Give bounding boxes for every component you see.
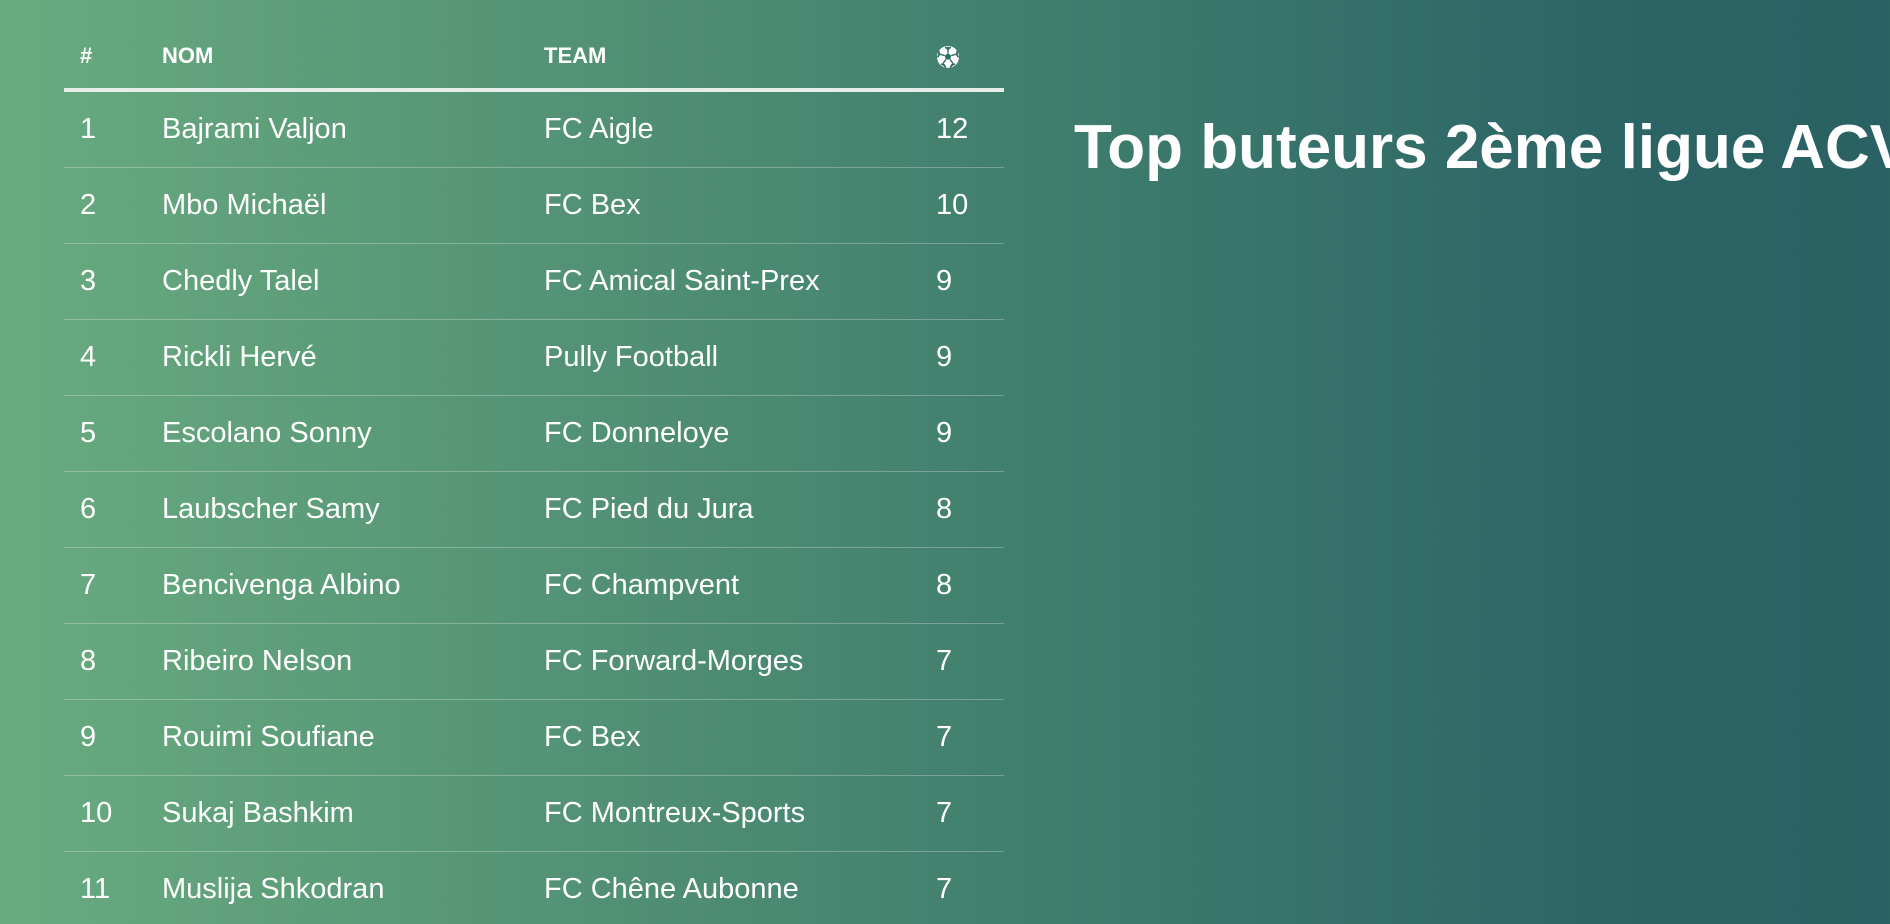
goals-cell: 10 bbox=[920, 167, 1004, 244]
player-name-cell: Muslija Shkodran bbox=[146, 851, 528, 924]
goals-cell: 9 bbox=[920, 395, 1004, 472]
goals-cell: 7 bbox=[920, 699, 1004, 776]
rank-cell: 9 bbox=[64, 699, 146, 776]
team-cell: Pully Football bbox=[528, 319, 920, 396]
goals-cell: 8 bbox=[920, 471, 1004, 548]
team-cell: FC Aigle bbox=[528, 90, 920, 168]
table-row: 6 Laubscher Samy FC Pied du Jura 8 bbox=[64, 471, 1004, 548]
rank-cell: 8 bbox=[64, 623, 146, 700]
table-body: 1 Bajrami Valjon FC Aigle 12 2 Mbo Michaël FC … bbox=[64, 90, 1004, 924]
player-name-cell: Bencivenga Albino bbox=[146, 547, 528, 624]
header-team: TEAM bbox=[528, 28, 920, 92]
goals-cell: 12 bbox=[920, 90, 1004, 168]
team-cell: FC Montreux-Sports bbox=[528, 775, 920, 852]
rank-cell: 11 bbox=[64, 851, 146, 924]
rank-cell: 5 bbox=[64, 395, 146, 472]
rank-cell: 3 bbox=[64, 243, 146, 320]
team-cell: FC Donneloye bbox=[528, 395, 920, 472]
table-row: 11 Muslija Shkodran FC Chêne Aubonne 7 bbox=[64, 851, 1004, 924]
team-cell: FC Bex bbox=[528, 167, 920, 244]
goals-cell: 8 bbox=[920, 547, 1004, 624]
rank-cell: 1 bbox=[64, 90, 146, 168]
scorers-table: # NOM TEAM 1 Bajrami Valjon FC Aigle 12 2 Mbo… bbox=[64, 28, 1004, 924]
scorers-table-container: # NOM TEAM 1 Bajrami Valjon FC Aigle 12 2 Mbo… bbox=[64, 28, 1004, 924]
table-row: 1 Bajrami Valjon FC Aigle 12 bbox=[64, 90, 1004, 168]
table-row: 3 Chedly Talel FC Amical Saint-Prex 9 bbox=[64, 243, 1004, 320]
player-name-cell: Ribeiro Nelson bbox=[146, 623, 528, 700]
header-name: NOM bbox=[146, 28, 528, 92]
goals-cell: 7 bbox=[920, 623, 1004, 700]
player-name-cell: Chedly Talel bbox=[146, 243, 528, 320]
table-row: 9 Rouimi Soufiane FC Bex 7 bbox=[64, 699, 1004, 776]
page-title: Top buteurs 2ème ligue ACVF bbox=[1074, 113, 1890, 182]
player-name-cell: Bajrami Valjon bbox=[146, 90, 528, 168]
table-row: 4 Rickli Hervé Pully Football 9 bbox=[64, 319, 1004, 396]
table-row: 5 Escolano Sonny FC Donneloye 9 bbox=[64, 395, 1004, 472]
rank-cell: 7 bbox=[64, 547, 146, 624]
header-goals bbox=[920, 28, 1004, 92]
team-cell: FC Pied du Jura bbox=[528, 471, 920, 548]
player-name-cell: Rickli Hervé bbox=[146, 319, 528, 396]
table-row: 2 Mbo Michaël FC Bex 10 bbox=[64, 167, 1004, 244]
player-name-cell: Sukaj Bashkim bbox=[146, 775, 528, 852]
table-row: 10 Sukaj Bashkim FC Montreux-Sports 7 bbox=[64, 775, 1004, 852]
player-name-cell: Mbo Michaël bbox=[146, 167, 528, 244]
goals-cell: 9 bbox=[920, 243, 1004, 320]
rank-cell: 6 bbox=[64, 471, 146, 548]
player-name-cell: Escolano Sonny bbox=[146, 395, 528, 472]
goals-cell: 9 bbox=[920, 319, 1004, 396]
header-rank: # bbox=[64, 28, 146, 92]
rank-cell: 2 bbox=[64, 167, 146, 244]
team-cell: FC Champvent bbox=[528, 547, 920, 624]
header-row: # NOM TEAM bbox=[64, 28, 1004, 92]
table-row: 7 Bencivenga Albino FC Champvent 8 bbox=[64, 547, 1004, 624]
goals-cell: 7 bbox=[920, 775, 1004, 852]
team-cell: FC Bex bbox=[528, 699, 920, 776]
team-cell: FC Chêne Aubonne bbox=[528, 851, 920, 924]
player-name-cell: Rouimi Soufiane bbox=[146, 699, 528, 776]
team-cell: FC Amical Saint-Prex bbox=[528, 243, 920, 320]
goals-cell: 7 bbox=[920, 851, 1004, 924]
table-header: # NOM TEAM bbox=[64, 28, 1004, 92]
soccer-ball-icon bbox=[936, 46, 960, 69]
player-name-cell: Laubscher Samy bbox=[146, 471, 528, 548]
table-row: 8 Ribeiro Nelson FC Forward-Morges 7 bbox=[64, 623, 1004, 700]
rank-cell: 10 bbox=[64, 775, 146, 852]
rank-cell: 4 bbox=[64, 319, 146, 396]
team-cell: FC Forward-Morges bbox=[528, 623, 920, 700]
